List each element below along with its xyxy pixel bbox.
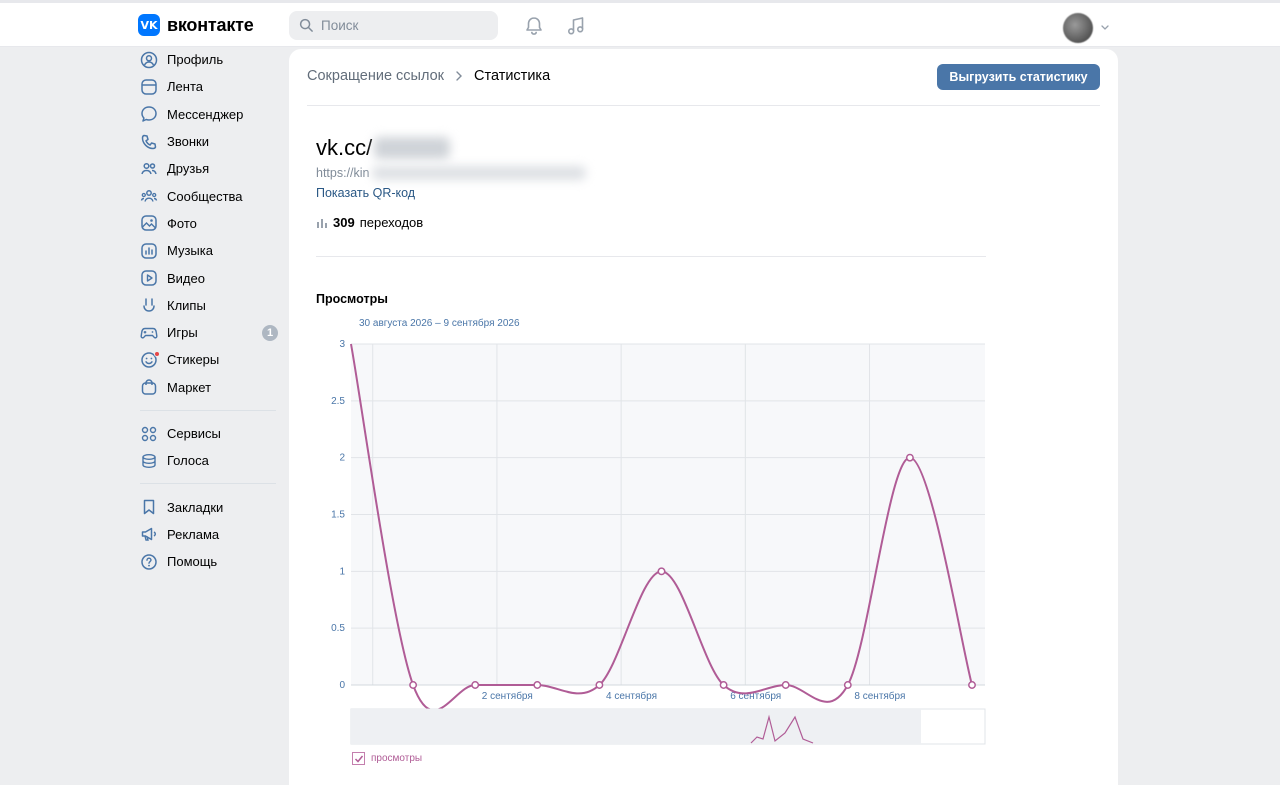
- sidebar-item-label: Голоса: [167, 453, 209, 469]
- chevron-down-icon[interactable]: [1100, 22, 1110, 32]
- sidebar-item-ads[interactable]: Реклама: [138, 521, 288, 548]
- sidebar-item-market[interactable]: Маркет: [138, 374, 288, 401]
- sidebar-item-label: Музыка: [167, 243, 213, 259]
- sidebar-item-label: Закладки: [167, 499, 224, 515]
- music-icon: [139, 241, 159, 261]
- clips-icon: [139, 295, 159, 315]
- data-point: [533, 681, 542, 689]
- legend-checkbox[interactable]: [352, 752, 365, 765]
- y-tick-label: 2: [339, 453, 345, 464]
- games-icon: [139, 323, 159, 343]
- stats-card: Сокращение ссылок Статистика Выгрузить с…: [289, 49, 1118, 785]
- sidebar-item-label: Клипы: [167, 297, 206, 313]
- sidebar-item-friends[interactable]: Друзья: [138, 155, 288, 182]
- top-header: VK вконтакте: [0, 0, 1280, 47]
- market-icon: [139, 377, 159, 397]
- sidebar-item-label: Фото: [167, 215, 197, 231]
- sidebar-item-feed[interactable]: Лента: [138, 73, 288, 100]
- data-point: [905, 453, 914, 462]
- data-point: [595, 681, 604, 689]
- y-tick-label: 3: [339, 339, 345, 350]
- x-tick-label: 4 сентября: [606, 690, 657, 702]
- sidebar-item-label: Видео: [167, 270, 205, 286]
- profile-icon: [139, 50, 159, 70]
- y-tick-label: 0: [339, 680, 345, 691]
- sidebar-item-bookmarks[interactable]: Закладки: [138, 493, 288, 520]
- sidebar-item-label: Профиль: [167, 52, 224, 68]
- legend-label: просмотры: [371, 753, 423, 764]
- communities-icon: [139, 186, 159, 206]
- y-tick-label: 2.5: [331, 396, 345, 407]
- sidebar-item-votes[interactable]: Голоса: [138, 447, 288, 474]
- sidebar-item-communities[interactable]: Сообщества: [138, 182, 288, 209]
- data-point: [843, 681, 852, 689]
- avatar[interactable]: [1063, 13, 1093, 43]
- video-icon: [139, 268, 159, 288]
- sidebar-item-label: Игры: [167, 325, 198, 341]
- sidebar-divider: [140, 483, 276, 485]
- data-point: [968, 681, 976, 689]
- sidebar-item-label: Стикеры: [167, 352, 220, 368]
- sidebar-item-label: Лента: [167, 79, 203, 95]
- sidebar-item-photo[interactable]: Фото: [138, 210, 288, 237]
- data-point: [409, 681, 418, 689]
- sidebar-divider: [140, 409, 276, 411]
- games-counter-badge: 1: [262, 324, 278, 341]
- data-point: [781, 681, 790, 689]
- notification-dot: [154, 351, 160, 358]
- sidebar-item-music[interactable]: Музыка: [138, 237, 288, 264]
- sidebar-item-label: Мессенджер: [167, 106, 244, 122]
- bell-icon[interactable]: [523, 15, 545, 37]
- music-icon[interactable]: [565, 15, 587, 37]
- checkmark-icon: [354, 755, 363, 763]
- data-point: [657, 567, 666, 576]
- sidebar-item-games[interactable]: Игры 1: [138, 319, 288, 346]
- sidebar-item-stickers[interactable]: Стикеры: [138, 346, 288, 373]
- sidebar-item-clips[interactable]: Клипы: [138, 292, 288, 319]
- sidebar-item-services[interactable]: Сервисы: [138, 420, 288, 447]
- feed-icon: [139, 77, 159, 97]
- y-tick-label: 0.5: [331, 623, 345, 634]
- search-input[interactable]: [321, 18, 481, 33]
- logo-text: вконтакте: [167, 14, 254, 35]
- sidebar-item-label: Звонки: [167, 134, 209, 150]
- messenger-icon: [139, 104, 159, 124]
- sidebar-item-messenger[interactable]: Мессенджер: [138, 101, 288, 128]
- sidebar-item-label: Реклама: [167, 526, 220, 542]
- data-point: [719, 681, 728, 689]
- sidebar-item-label: Сервисы: [167, 426, 221, 441]
- friends-icon: [139, 159, 159, 179]
- search-box[interactable]: [289, 11, 498, 40]
- services-icon: [139, 424, 159, 444]
- sidebar-item-label: Друзья: [167, 161, 210, 177]
- sidebar-item-label: Маркет: [167, 379, 212, 395]
- data-point: [471, 681, 480, 689]
- sidebar-item-label: Сообщества: [167, 188, 243, 204]
- vk-logo-icon: VK: [138, 14, 160, 36]
- y-tick-label: 1.5: [331, 510, 345, 521]
- views-line-chart: 00.511.522.532 сентября 4 сентября 6 сентя…: [331, 339, 986, 745]
- y-tick-label: 1: [339, 566, 345, 577]
- left-sidebar: Профиль Лента Мессенджер Звонки Друзья С…: [138, 46, 288, 575]
- help-icon: [139, 552, 159, 572]
- x-tick-label: 2 сентября: [482, 690, 533, 702]
- bookmark-icon: [139, 497, 159, 517]
- sidebar-item-help[interactable]: Помощь: [138, 548, 288, 575]
- votes-icon: [139, 451, 159, 471]
- phone-icon: [139, 132, 159, 152]
- vk-logo[interactable]: VK вконтакте: [138, 14, 254, 36]
- x-tick-label: 8 сентября: [854, 690, 905, 702]
- ads-icon: [139, 524, 159, 544]
- sidebar-item-calls[interactable]: Звонки: [138, 128, 288, 155]
- search-icon: [299, 18, 313, 32]
- chart-legend[interactable]: просмотры: [352, 752, 422, 765]
- sidebar-item-video[interactable]: Видео: [138, 264, 288, 291]
- sidebar-item-profile[interactable]: Профиль: [138, 46, 288, 73]
- sidebar-item-label: Помощь: [167, 554, 218, 570]
- navigator-selection: [351, 709, 921, 744]
- photo-icon: [139, 213, 159, 233]
